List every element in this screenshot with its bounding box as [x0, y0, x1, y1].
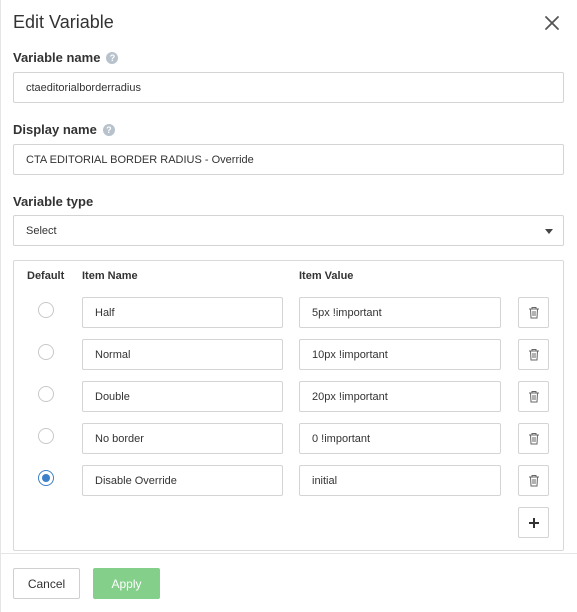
- default-radio-selected[interactable]: [38, 470, 54, 486]
- item-value-input[interactable]: [299, 423, 501, 454]
- default-radio[interactable]: [38, 344, 54, 360]
- item-value-input[interactable]: [299, 381, 501, 412]
- variable-type-selected-value: Select: [26, 224, 57, 237]
- delete-item-button[interactable]: [518, 297, 549, 328]
- trash-icon: [528, 349, 539, 361]
- default-radio[interactable]: [38, 428, 54, 444]
- caret-down-icon: [545, 229, 553, 234]
- trash-icon: [528, 433, 539, 445]
- footer-divider: [0, 553, 577, 554]
- column-header-default: Default: [27, 270, 65, 282]
- display-name-label-text: Display name: [13, 122, 97, 137]
- column-header-item-value: Item Value: [299, 270, 354, 282]
- item-value-input[interactable]: [299, 465, 501, 496]
- delete-item-button[interactable]: [518, 423, 549, 454]
- variable-type-label-text: Variable type: [13, 194, 94, 209]
- variable-name-input[interactable]: [13, 72, 564, 103]
- item-name-input[interactable]: [82, 339, 283, 370]
- trash-icon: [528, 475, 539, 487]
- dialog-title: Edit Variable: [13, 12, 114, 32]
- column-header-item-name: Item Name: [82, 270, 138, 282]
- trash-icon: [528, 307, 539, 319]
- item-name-input[interactable]: [82, 423, 283, 454]
- display-name-input[interactable]: [13, 144, 564, 175]
- trash-icon: [528, 391, 539, 403]
- variable-name-label-text: Variable name: [13, 50, 101, 65]
- delete-item-button[interactable]: [518, 381, 549, 412]
- plus-icon: [528, 517, 539, 528]
- default-radio[interactable]: [38, 386, 54, 402]
- cancel-button[interactable]: Cancel: [13, 568, 80, 599]
- close-icon[interactable]: [541, 12, 563, 34]
- variable-type-select[interactable]: Select: [13, 215, 564, 246]
- dialog-edge: [0, 0, 1, 612]
- edit-variable-dialog: Edit Variable Variable name ? Display na…: [0, 0, 577, 612]
- delete-item-button[interactable]: [518, 339, 549, 370]
- default-radio[interactable]: [38, 302, 54, 318]
- help-icon[interactable]: ?: [102, 123, 115, 136]
- item-value-input[interactable]: [299, 297, 501, 328]
- delete-item-button[interactable]: [518, 465, 549, 496]
- display-name-label: Display name ?: [13, 122, 115, 137]
- variable-name-label: Variable name ?: [13, 50, 119, 65]
- add-item-button[interactable]: [518, 507, 549, 538]
- variable-type-label: Variable type: [13, 194, 93, 209]
- help-icon[interactable]: ?: [106, 51, 119, 64]
- item-value-input[interactable]: [299, 339, 501, 370]
- item-name-input[interactable]: [82, 381, 283, 412]
- apply-button[interactable]: Apply: [93, 568, 160, 599]
- item-name-input[interactable]: [82, 297, 283, 328]
- item-name-input[interactable]: [82, 465, 283, 496]
